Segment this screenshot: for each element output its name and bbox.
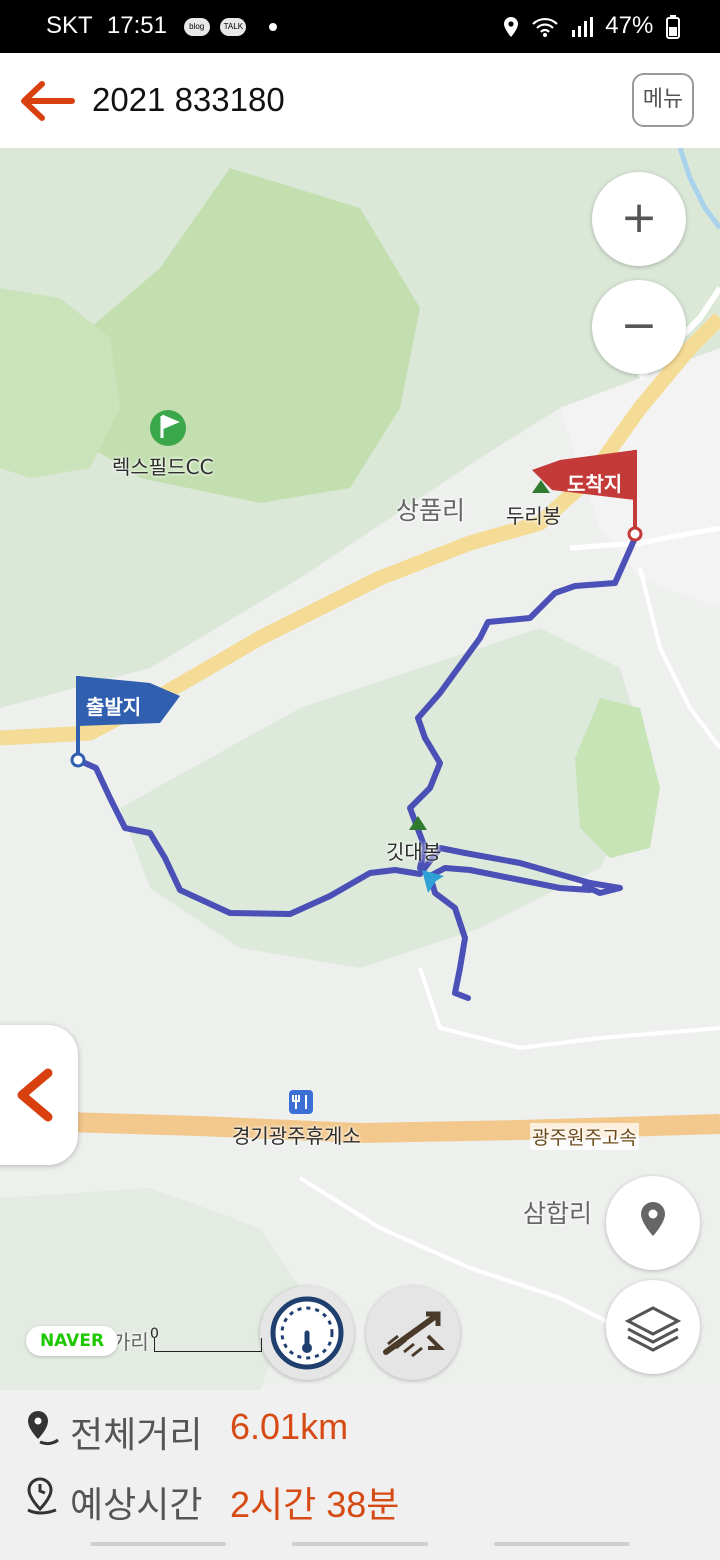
- distance-value: 6.01km: [230, 1406, 349, 1447]
- start-flag-label: 출발지: [86, 695, 142, 719]
- zoom-out-button[interactable]: −: [592, 280, 686, 374]
- forest-area: [0, 1188, 300, 1390]
- place-label-village: 삼합리: [523, 1199, 593, 1228]
- location-status-icon: [504, 16, 519, 37]
- map-layers-button[interactable]: [606, 1280, 700, 1374]
- map-scale-label: 0: [150, 1326, 159, 1342]
- start-flag[interactable]: [70, 676, 180, 768]
- map-view[interactable]: 렉스필드CC 상품리 두리봉 깃대봉 경기광주휴게소 광주원주고속 삼합리 가리…: [0, 148, 720, 1390]
- route-summary: 전체거리 6.01km 예상시간 2시간 38분: [0, 1390, 720, 1560]
- talk-notification-icon: TALK: [220, 17, 247, 36]
- nav-gesture-bar: [292, 1542, 428, 1546]
- carrier-text: SKT: [46, 12, 93, 39]
- wifi-icon: [532, 17, 558, 37]
- blog-notification-icon: blog: [183, 17, 210, 36]
- app-header: 2021 833180 메뉴: [0, 53, 720, 149]
- back-arrow-icon: [21, 81, 75, 121]
- signal-icon: [571, 16, 593, 37]
- page-title: 2021 833180: [92, 81, 285, 118]
- location-pin-icon: [641, 1202, 665, 1236]
- chevron-left-icon: [17, 1068, 53, 1122]
- back-button[interactable]: [14, 75, 78, 127]
- zoom-in-button[interactable]: +: [592, 172, 686, 266]
- status-bar: SKT 17:51 blog TALK 47%: [0, 0, 720, 53]
- battery-icon: [666, 14, 680, 39]
- elevation-icon: [383, 1311, 445, 1358]
- more-notifications-dot: [269, 22, 277, 31]
- local-road: [418, 967, 720, 1051]
- distance-label: 전체거리: [70, 1415, 203, 1456]
- clock-text: 17:51: [106, 12, 167, 39]
- nav-gesture-bar: [494, 1542, 630, 1546]
- status-right: 47%: [497, 12, 680, 40]
- speed-button[interactable]: [260, 1286, 354, 1380]
- status-left: SKT 17:51 blog TALK: [46, 12, 277, 40]
- panel-toggle-button[interactable]: [0, 1025, 78, 1165]
- plus-icon: +: [620, 192, 658, 243]
- place-label-peak: 깃대봉: [386, 840, 442, 864]
- battery-percent: 47%: [605, 12, 654, 39]
- time-value: 2시간 38분: [230, 1484, 400, 1525]
- route-pin-icon: [28, 1411, 59, 1446]
- rest-area-icon: [289, 1090, 313, 1114]
- minus-icon: −: [620, 300, 658, 351]
- map-scale-bar: [154, 1338, 262, 1352]
- clock-pin-icon: [27, 1477, 57, 1515]
- time-label: 예상시간: [70, 1485, 203, 1526]
- golf-icon: [150, 410, 186, 446]
- my-location-button[interactable]: [606, 1176, 700, 1270]
- layers-icon: [624, 1306, 682, 1352]
- menu-button[interactable]: 메뉴: [632, 73, 694, 127]
- naver-logo: NAVER: [26, 1326, 118, 1356]
- end-flag-label: 도착지: [567, 472, 623, 496]
- place-label-peak: 두리봉: [506, 504, 562, 528]
- speedometer-icon: [270, 1296, 344, 1370]
- place-label-golf: 렉스필드CC: [112, 455, 214, 479]
- place-label-rest-area: 경기광주휴게소: [232, 1124, 361, 1148]
- place-label-highway: 광주원주고속: [530, 1123, 639, 1150]
- place-label-village: 상품리: [396, 496, 466, 525]
- nav-gesture-bar: [90, 1542, 226, 1546]
- elevation-button[interactable]: [366, 1286, 460, 1380]
